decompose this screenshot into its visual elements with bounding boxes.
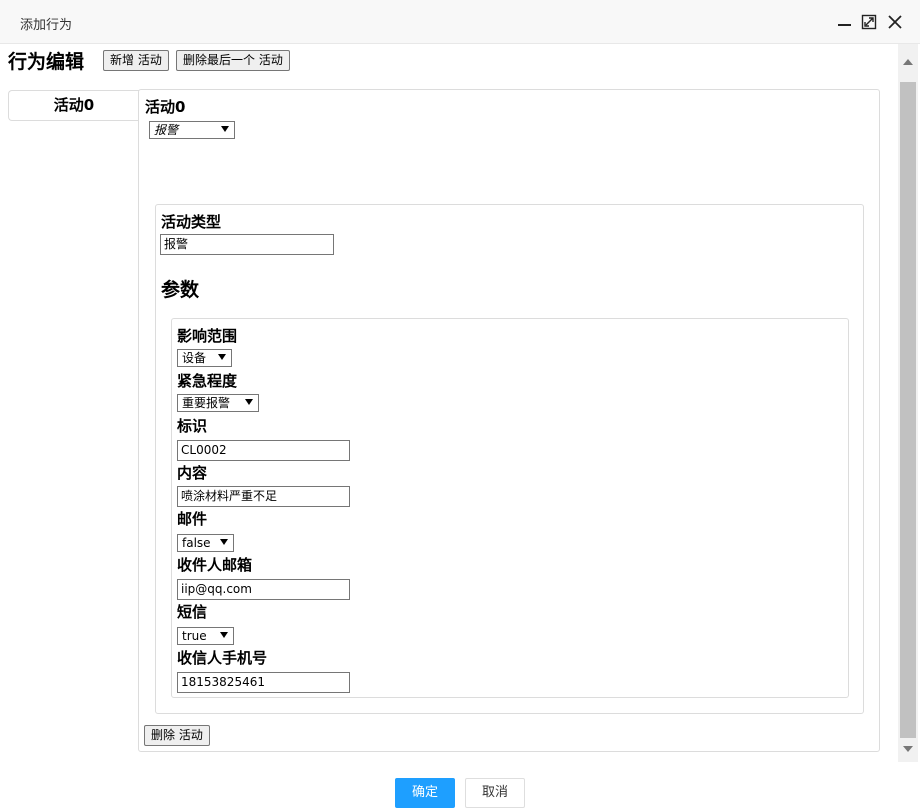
activity-detail-box: 活动类型 报警 参数 影响范围 设备 紧急程度 重要报警 标识 CL0002 内… [155,204,864,714]
delete-activity-button[interactable]: 删除 活动 [144,725,210,746]
dialog-titlebar: 添加行为 [0,0,920,44]
id-label: 标识 [177,417,208,435]
chevron-down-icon [218,354,226,360]
params-heading: 参数 [161,279,200,301]
activity-panel: 活动0 报警 活动类型 报警 参数 影响范围 设备 紧急程度 重要报警 标识 C… [138,89,880,752]
sms-label: 短信 [177,603,208,621]
scrollbar-thumb[interactable] [900,82,916,738]
chevron-down-icon [245,399,253,405]
recipient-phone-label: 收信人手机号 [177,649,268,667]
urgency-label: 紧急程度 [177,372,238,390]
close-icon[interactable] [886,13,904,31]
delete-last-activity-button[interactable]: 删除最后一个 活动 [176,50,290,71]
content-input[interactable]: 喷涂材料严重不足 [177,486,350,507]
content-label: 内容 [177,464,208,482]
chevron-down-icon [220,632,228,638]
minimize-icon[interactable] [836,13,854,31]
recipient-email-label: 收件人邮箱 [177,556,253,574]
recipient-email-input[interactable]: iip@qq.com [177,579,350,600]
editor-heading: 行为编辑 [8,51,85,73]
activity-type-select[interactable]: 报警 [149,121,235,139]
activity-type-input[interactable]: 报警 [160,234,334,255]
maximize-icon[interactable] [860,13,878,31]
mail-select[interactable]: false [177,534,234,552]
confirm-button[interactable]: 确定 [395,778,455,808]
sms-select[interactable]: true [177,627,234,645]
chevron-down-icon [220,539,228,545]
urgency-select[interactable]: 重要报警 [177,394,259,412]
scroll-up-icon[interactable] [903,59,913,65]
dialog-title: 添加行为 [20,18,73,33]
id-input[interactable]: CL0002 [177,440,350,461]
dialog-content: 行为编辑 新增 活动 删除最后一个 活动 活动0 活动0 报警 活动类型 报警 … [0,44,898,762]
scope-select-value: 设备 [182,351,207,365]
activity-name: 活动0 [145,98,186,116]
activity-type-label: 活动类型 [161,213,222,231]
scrollbar[interactable] [898,44,918,762]
mail-label: 邮件 [177,510,208,528]
recipient-phone-input[interactable]: 18153825461 [177,672,350,693]
tab-activity-0[interactable]: 活动0 [8,90,139,121]
add-activity-button[interactable]: 新增 活动 [103,50,169,71]
mail-select-value: false [182,536,211,550]
scope-select[interactable]: 设备 [177,349,232,367]
activity-type-select-value: 报警 [154,123,179,137]
sms-select-value: true [182,629,207,643]
chevron-down-icon [221,126,229,132]
params-box: 影响范围 设备 紧急程度 重要报警 标识 CL0002 内容 喷涂材料严重不足 … [171,318,849,698]
cancel-button[interactable]: 取消 [465,778,525,808]
scope-label: 影响范围 [177,327,238,345]
scroll-down-icon[interactable] [903,746,913,752]
urgency-select-value: 重要报警 [182,396,231,410]
